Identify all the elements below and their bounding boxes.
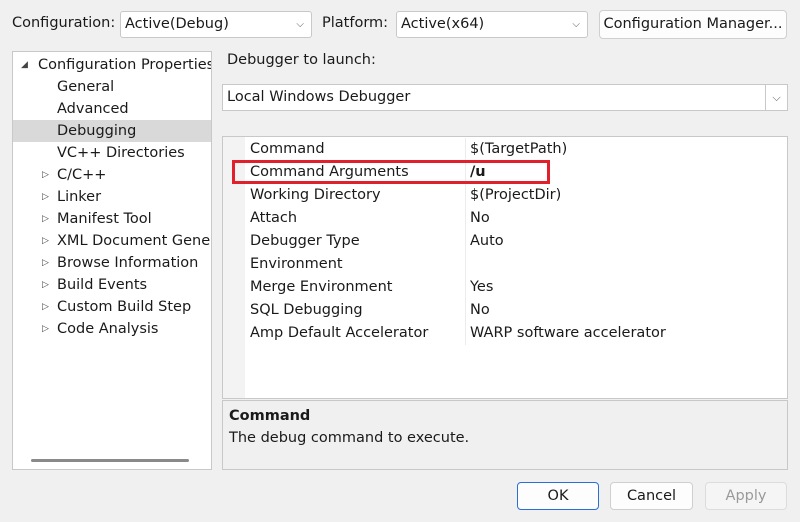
debugger-label: Debugger to launch: bbox=[227, 52, 376, 68]
expand-arrow-icon[interactable]: ▷ bbox=[42, 296, 49, 318]
column-separator bbox=[465, 299, 466, 322]
description-panel: Command The debug command to execute. bbox=[222, 400, 788, 470]
property-tree[interactable]: ◢ Configuration Properties General Advanc… bbox=[12, 51, 212, 470]
tree-item-label: C/C++ bbox=[57, 167, 107, 183]
property-row[interactable]: Attach No bbox=[245, 207, 787, 230]
description-title: Command bbox=[229, 408, 311, 424]
tree-item[interactable]: ▷ XML Document Genera bbox=[13, 230, 211, 252]
expand-arrow-icon[interactable]: ▷ bbox=[42, 230, 49, 252]
expanded-triangle-icon[interactable]: ◢ bbox=[21, 54, 28, 76]
tree-item-label: Browse Information bbox=[57, 255, 199, 271]
platform-value: Active(x64) bbox=[401, 16, 485, 32]
tree-item[interactable]: ▷ C/C++ bbox=[13, 164, 211, 186]
configuration-select[interactable]: Active(Debug) ⌵ bbox=[120, 11, 312, 38]
tree-item-label: Build Events bbox=[57, 277, 148, 293]
expand-arrow-icon[interactable]: ▷ bbox=[42, 164, 49, 186]
property-name: Working Directory bbox=[250, 187, 381, 203]
property-name: Debugger Type bbox=[250, 233, 360, 249]
property-row[interactable]: SQL Debugging No bbox=[245, 299, 787, 322]
expand-arrow-icon[interactable]: ▷ bbox=[42, 274, 49, 296]
property-name: SQL Debugging bbox=[250, 302, 363, 318]
property-value[interactable]: WARP software accelerator bbox=[470, 322, 666, 345]
property-row[interactable]: Working Directory $(ProjectDir) bbox=[245, 184, 787, 207]
tree-item[interactable]: Advanced bbox=[13, 98, 211, 120]
column-separator bbox=[465, 322, 466, 345]
tree-item-label: Advanced bbox=[57, 101, 129, 117]
tree-item-label: Debugging bbox=[57, 123, 137, 139]
chevron-down-icon: ⌵ bbox=[296, 19, 304, 30]
description-text: The debug command to execute. bbox=[229, 430, 470, 446]
apply-button[interactable]: Apply bbox=[705, 482, 787, 510]
tree-item-label: Linker bbox=[57, 189, 102, 205]
column-separator bbox=[465, 253, 466, 276]
chevron-down-icon[interactable]: ⌵ bbox=[765, 85, 787, 110]
tree-item[interactable]: VC++ Directories bbox=[13, 142, 211, 164]
highlight-box bbox=[232, 160, 550, 184]
configuration-manager-button[interactable]: Configuration Manager... bbox=[599, 10, 787, 39]
tree-item[interactable]: ▷ Build Events bbox=[13, 274, 211, 296]
property-row[interactable]: Debugger Type Auto bbox=[245, 230, 787, 253]
property-row[interactable]: Amp Default Accelerator WARP software acc… bbox=[245, 322, 787, 345]
property-name: Attach bbox=[250, 210, 298, 226]
property-value[interactable]: $(TargetPath) bbox=[470, 138, 567, 161]
configuration-label: Configuration: bbox=[12, 15, 116, 31]
column-separator bbox=[465, 207, 466, 230]
platform-select[interactable]: Active(x64) ⌵ bbox=[396, 11, 588, 38]
expand-arrow-icon[interactable]: ▷ bbox=[42, 186, 49, 208]
debugger-value: Local Windows Debugger bbox=[227, 89, 411, 105]
tree-item[interactable]: ▷ Browse Information bbox=[13, 252, 211, 274]
ok-button[interactable]: OK bbox=[517, 482, 599, 510]
tree-item[interactable]: ▷ Manifest Tool bbox=[13, 208, 211, 230]
tree-item[interactable]: ▷ Code Analysis bbox=[13, 318, 211, 340]
tree-item[interactable]: General bbox=[13, 76, 211, 98]
cancel-button[interactable]: Cancel bbox=[610, 482, 693, 510]
property-value[interactable]: No bbox=[470, 299, 490, 322]
tree-item-label: XML Document Genera bbox=[57, 233, 212, 249]
property-name: Merge Environment bbox=[250, 279, 393, 295]
tree-item-label: Manifest Tool bbox=[57, 211, 152, 227]
expand-arrow-icon[interactable]: ▷ bbox=[42, 318, 49, 340]
tree-item-label: Custom Build Step bbox=[57, 299, 192, 315]
configuration-value: Active(Debug) bbox=[125, 16, 229, 32]
tree-item[interactable]: ▷ Custom Build Step bbox=[13, 296, 211, 318]
property-value[interactable]: No bbox=[470, 207, 490, 230]
property-value[interactable]: Auto bbox=[470, 230, 504, 253]
tree-root-label: Configuration Properties bbox=[38, 57, 212, 73]
debugger-select[interactable]: Local Windows Debugger ⌵ bbox=[222, 84, 788, 111]
expand-arrow-icon[interactable]: ▷ bbox=[42, 252, 49, 274]
property-row[interactable]: Merge Environment Yes bbox=[245, 276, 787, 299]
column-separator bbox=[465, 276, 466, 299]
column-separator bbox=[465, 184, 466, 207]
column-separator bbox=[465, 138, 466, 161]
property-row[interactable]: Environment bbox=[245, 253, 787, 276]
tree-root[interactable]: ◢ Configuration Properties bbox=[13, 54, 211, 76]
property-name: Command bbox=[250, 141, 325, 157]
property-name: Environment bbox=[250, 256, 343, 272]
property-value[interactable]: $(ProjectDir) bbox=[470, 184, 561, 207]
property-value[interactable]: Yes bbox=[470, 276, 493, 299]
expand-arrow-icon[interactable]: ▷ bbox=[42, 208, 49, 230]
property-row[interactable]: Command $(TargetPath) bbox=[245, 138, 787, 161]
horizontal-scrollbar[interactable] bbox=[31, 459, 189, 462]
tree-item-label: VC++ Directories bbox=[57, 145, 185, 161]
tree-item[interactable]: Debugging bbox=[13, 120, 211, 142]
tree-item[interactable]: ▷ Linker bbox=[13, 186, 211, 208]
column-separator bbox=[465, 230, 466, 253]
chevron-down-icon: ⌵ bbox=[572, 19, 580, 30]
platform-label: Platform: bbox=[322, 15, 389, 31]
property-name: Amp Default Accelerator bbox=[250, 325, 429, 341]
tree-item-label: General bbox=[57, 79, 115, 95]
tree-item-label: Code Analysis bbox=[57, 321, 159, 337]
